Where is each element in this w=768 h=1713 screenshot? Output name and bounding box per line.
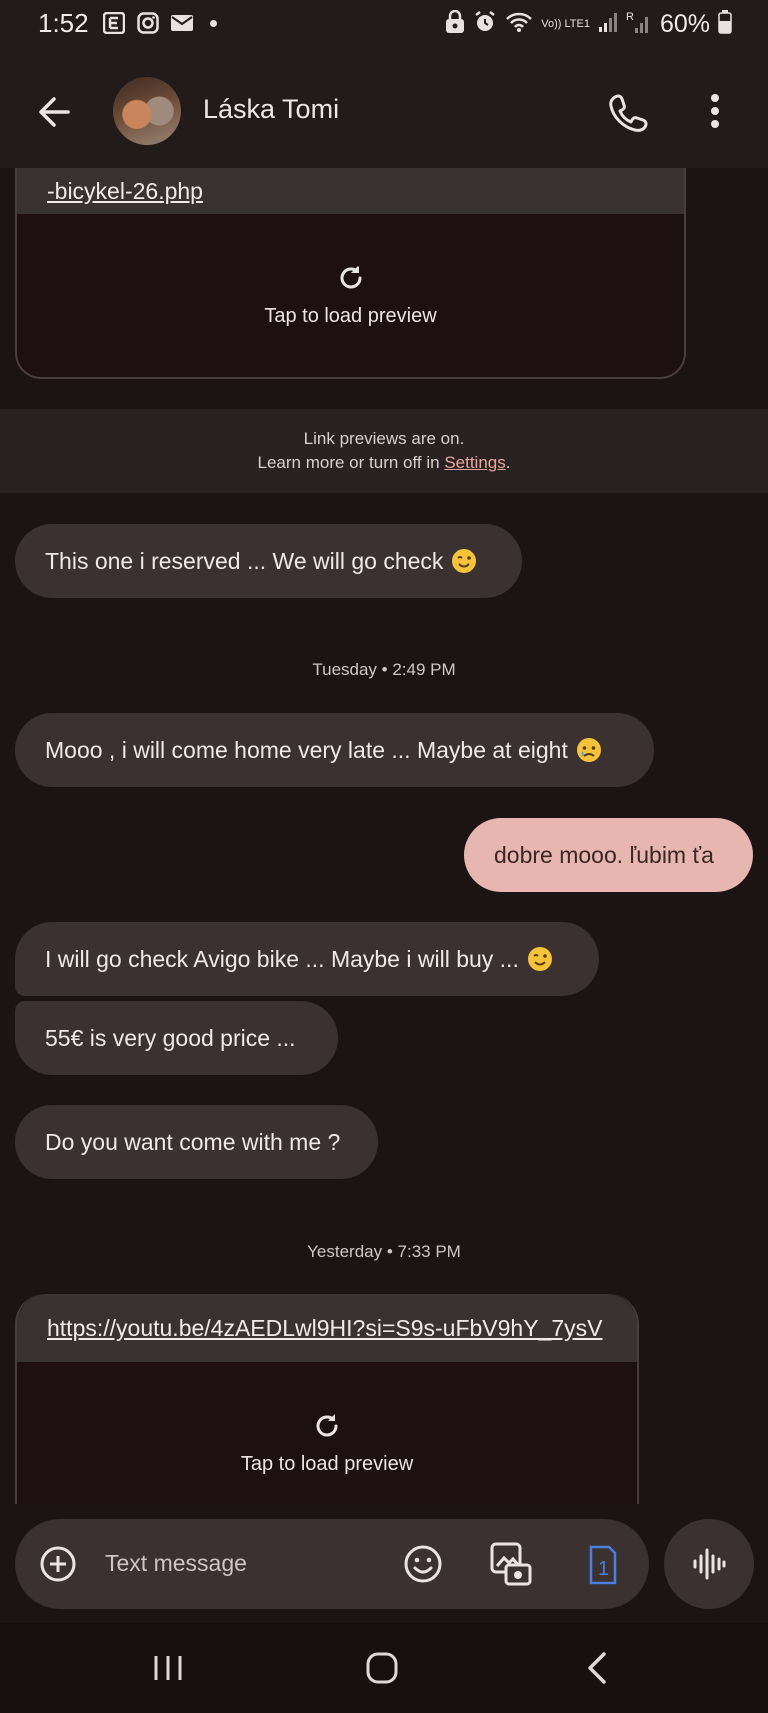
emoji-icon — [404, 1545, 442, 1583]
emoji-button[interactable] — [403, 1544, 443, 1584]
back-icon — [588, 1652, 606, 1684]
date-separator: Yesterday • 7:33 PM — [307, 1242, 461, 1261]
message-text: Do you want come with me ? — [45, 1128, 341, 1155]
roaming-signal-icon: R — [626, 10, 652, 39]
incoming-message[interactable]: 55€ is very good price ... — [15, 1001, 338, 1075]
signal-icon — [598, 11, 618, 38]
link-url[interactable]: https://youtu.be/4zAEDLwl9HI?si=S9s-uFbV… — [47, 1315, 603, 1342]
volte-icon: Vo)) LTE1 — [541, 18, 590, 30]
svg-text:1: 1 — [598, 1558, 609, 1580]
notification-icons — [102, 11, 217, 35]
call-button[interactable] — [606, 90, 650, 134]
link-preview-notice: Link previews are on. Learn more or turn… — [0, 409, 768, 493]
crying-face-icon — [576, 737, 602, 763]
link-url[interactable]: -bicykel-26.php — [47, 178, 203, 205]
battery-icon — [718, 10, 732, 39]
incoming-message[interactable]: Mooo , i will come home very late ... Ma… — [15, 713, 654, 787]
gallery-icon — [490, 1542, 532, 1586]
link-preview-card[interactable]: -bicykel-26.php Tap to load preview — [15, 168, 686, 379]
compose-bar: Text message 1 — [15, 1519, 649, 1609]
message-text: I will go check Avigo bike ... Maybe i w… — [45, 945, 519, 972]
recents-button[interactable] — [148, 1648, 188, 1688]
more-vert-icon — [711, 94, 719, 128]
nav-back-button[interactable] — [578, 1648, 618, 1688]
incoming-message[interactable]: This one i reserved ... We will go check — [15, 524, 522, 598]
instagram-icon — [136, 11, 160, 35]
waveform-icon — [693, 1548, 726, 1580]
conversation[interactable]: -bicykel-26.php Tap to load preview Link… — [0, 168, 768, 1504]
settings-link[interactable]: Settings — [444, 451, 505, 475]
home-button[interactable] — [362, 1648, 402, 1688]
svg-text:R: R — [626, 11, 634, 23]
incoming-message[interactable]: Do you want come with me ? — [15, 1105, 378, 1179]
phone-icon — [609, 94, 648, 132]
load-preview-label: Tap to load preview — [240, 1452, 414, 1475]
load-preview-area[interactable]: Tap to load preview — [17, 1362, 637, 1504]
status-bar: 1:52 Vo)) LTE1 R 60% — [0, 0, 768, 56]
lock-icon — [445, 9, 465, 39]
incoming-message[interactable]: I will go check Avigo bike ... Maybe i w… — [15, 922, 599, 996]
notification-dot-icon — [210, 19, 217, 27]
load-preview-area[interactable]: Tap to load preview — [17, 214, 684, 377]
text-message-input[interactable]: Text message — [105, 1550, 247, 1577]
notice-line2-prefix: Learn more or turn off in — [257, 453, 445, 472]
reload-icon — [340, 266, 361, 289]
status-time: 1:52 — [38, 8, 89, 38]
app-bar: Láska Tomi — [0, 56, 768, 168]
gallery-button[interactable] — [489, 1541, 533, 1587]
email-app-icon — [102, 11, 126, 35]
home-icon — [366, 1652, 398, 1684]
outgoing-message[interactable]: dobre mooo. ľubim ťa — [464, 818, 753, 892]
more-options-button[interactable] — [700, 88, 730, 134]
recents-icon — [154, 1656, 182, 1680]
battery-percent: 60% — [659, 10, 710, 38]
reload-icon — [316, 1413, 338, 1436]
link-preview-card[interactable]: https://youtu.be/4zAEDLwl9HI?si=S9s-uFbV… — [15, 1294, 639, 1504]
avatar[interactable] — [113, 77, 181, 145]
system-icons: Vo)) LTE1 R 60% — [445, 9, 732, 39]
message-text: Mooo , i will come home very late ... Ma… — [45, 736, 568, 763]
sim-card-icon: 1 — [589, 1545, 617, 1585]
link-url-bar[interactable]: -bicykel-26.php — [17, 168, 684, 214]
winking-face-icon — [527, 946, 553, 972]
sim-selector-button[interactable]: 1 — [587, 1541, 619, 1587]
add-circle-icon — [40, 1546, 76, 1582]
mail-icon — [170, 11, 194, 35]
voice-message-button[interactable] — [664, 1519, 754, 1609]
alarm-icon — [473, 10, 497, 39]
message-text: 55€ is very good price ... — [45, 1024, 296, 1051]
date-separator: Tuesday • 2:49 PM — [312, 660, 456, 679]
navigation-bar — [0, 1623, 768, 1713]
message-text: This one i reserved ... We will go check — [45, 547, 444, 574]
notice-line1: Link previews are on. — [303, 429, 465, 448]
notice-line2-suffix: . — [505, 453, 511, 472]
winking-face-icon — [451, 548, 477, 574]
attach-button[interactable] — [39, 1545, 77, 1583]
load-preview-label: Tap to load preview — [264, 305, 437, 327]
back-button[interactable] — [34, 92, 74, 132]
message-text: dobre mooo. ľubim ťa — [494, 841, 714, 868]
link-url-bar[interactable]: https://youtu.be/4zAEDLwl9HI?si=S9s-uFbV… — [17, 1294, 637, 1362]
notice-line2: Learn more or turn off in Settings . — [258, 451, 511, 475]
wifi-icon — [505, 11, 533, 38]
contact-name[interactable]: Láska Tomi — [203, 94, 339, 125]
back-arrow-icon — [39, 97, 70, 127]
